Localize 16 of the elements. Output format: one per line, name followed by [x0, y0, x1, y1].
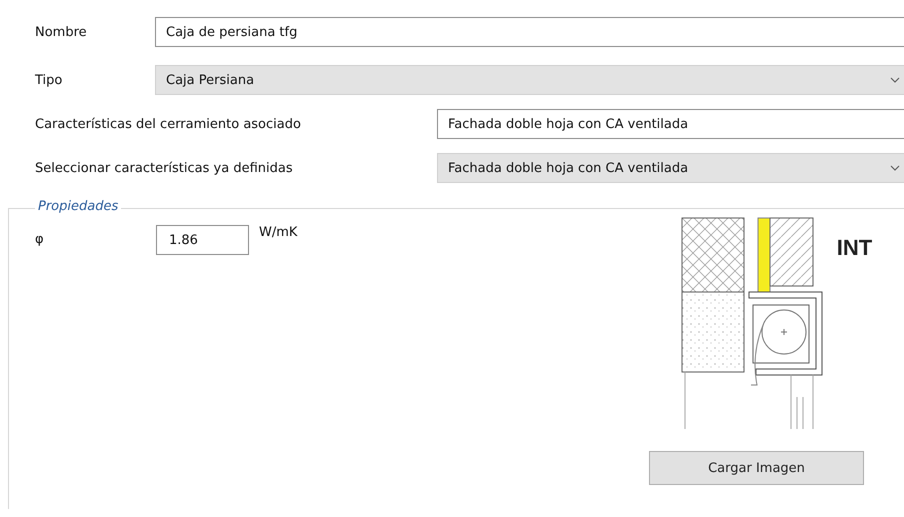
- field-label: Características del cerramiento asociado: [35, 116, 302, 132]
- field-label: Tipo: [35, 72, 64, 88]
- field-label: Seleccionar características ya definidas: [35, 160, 294, 176]
- chevron-icon: [890, 77, 900, 83]
- unit-label: W/mK: [259, 225, 298, 240]
- input-field[interactable]: Caja de persiana tfg: [155, 17, 904, 47]
- property-symbol: φ: [35, 232, 45, 247]
- chevron-icon: [890, 165, 900, 171]
- interior-label: INT: [836, 235, 872, 261]
- dropdown[interactable]: Fachada doble hoja con CA ventilada: [437, 153, 904, 183]
- field-label: Nombre: [35, 24, 88, 40]
- dropdown[interactable]: Caja Persiana: [155, 65, 904, 95]
- input-field[interactable]: Fachada doble hoja con CA ventilada: [437, 109, 904, 139]
- input-field[interactable]: 1.86: [156, 225, 249, 255]
- load-image-button[interactable]: Cargar Imagen: [649, 451, 864, 485]
- group-title: Propiedades: [35, 199, 122, 214]
